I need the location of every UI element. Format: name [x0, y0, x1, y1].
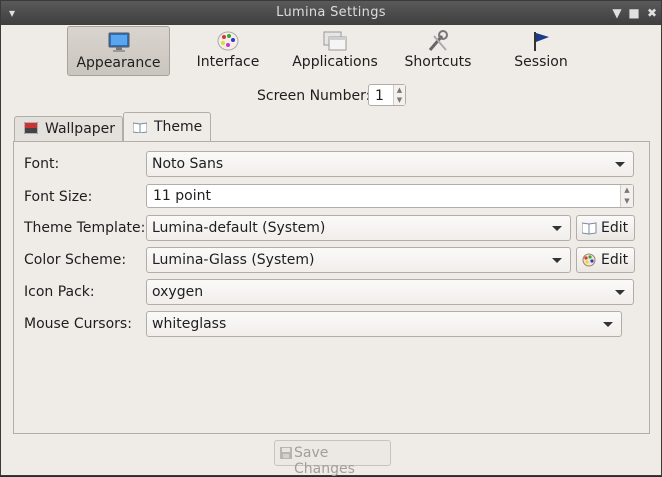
- spin-up-icon[interactable]: ▲: [621, 185, 633, 196]
- mouse-cursors-value: whiteglass: [152, 316, 227, 332]
- settings-window: ▾ Lumina Settings ▼ ■ ✖ Appearance Inter…: [0, 0, 662, 477]
- chevron-down-icon: [552, 258, 562, 263]
- chevron-down-icon: [552, 226, 562, 231]
- icon-pack-combobox[interactable]: oxygen: [146, 279, 634, 305]
- icon-pack-value: oxygen: [152, 284, 204, 300]
- edit-color-scheme-button[interactable]: Edit: [576, 247, 635, 273]
- font-size-stepper[interactable]: ▲ ▼: [620, 185, 633, 207]
- color-scheme-combobox[interactable]: Lumina-Glass (System): [146, 247, 571, 273]
- screen-number-row: Screen Number: 1 ▲ ▼: [1, 83, 662, 109]
- toolbar-appearance-button[interactable]: Appearance: [67, 26, 170, 76]
- toolbar-session-label: Session: [514, 54, 568, 70]
- chevron-down-icon: [603, 322, 613, 327]
- edit-color-scheme-label: Edit: [601, 252, 629, 268]
- font-size-value: 11 point: [153, 188, 211, 204]
- save-changes-label: Save Changes: [294, 445, 355, 477]
- toolbar-applications-button[interactable]: Applications: [285, 26, 385, 76]
- save-changes-button[interactable]: Save Changes: [274, 440, 391, 477]
- spin-down-icon[interactable]: ▼: [621, 196, 633, 207]
- font-value: Noto Sans: [152, 156, 224, 172]
- toolbar-interface-button[interactable]: Interface: [180, 26, 276, 76]
- tools-icon: [428, 30, 448, 51]
- color-scheme-value: Lumina-Glass (System): [152, 252, 315, 268]
- screen-number-spinbox[interactable]: 1 ▲ ▼: [368, 84, 406, 106]
- tab-theme[interactable]: Theme: [123, 112, 211, 142]
- mouse-cursors-label: Mouse Cursors:: [24, 316, 132, 332]
- chevron-down-icon: [615, 162, 625, 167]
- monitor-icon: [108, 32, 129, 52]
- toolbar-session-button[interactable]: Session: [502, 26, 580, 76]
- toolbar-interface-label: Interface: [196, 54, 260, 70]
- save-icon: [280, 447, 292, 459]
- tab-theme-label: Theme: [154, 119, 203, 135]
- minimize-icon[interactable]: ▼: [611, 7, 623, 19]
- tab-wallpaper[interactable]: Wallpaper: [14, 116, 123, 142]
- title-bar[interactable]: ▾ Lumina Settings ▼ ■ ✖: [1, 1, 661, 25]
- category-toolbar: Appearance Interface Applications Shortc…: [2, 25, 662, 79]
- toolbar-shortcuts-label: Shortcuts: [404, 54, 472, 70]
- theme-template-combobox[interactable]: Lumina-default (System): [146, 215, 571, 241]
- edit-theme-template-button[interactable]: Edit: [576, 215, 635, 241]
- maximize-icon[interactable]: ■: [628, 7, 640, 19]
- spin-up-icon[interactable]: ▲: [394, 85, 405, 95]
- font-size-label: Font Size:: [24, 189, 93, 205]
- palette-icon: [217, 31, 239, 51]
- screen-number-stepper[interactable]: ▲ ▼: [393, 85, 405, 105]
- color-palette-icon: [582, 253, 596, 267]
- close-icon[interactable]: ✖: [646, 7, 658, 19]
- spin-down-icon[interactable]: ▼: [394, 95, 405, 105]
- screen-number-value: 1: [375, 88, 384, 104]
- windows-icon: [323, 31, 347, 51]
- book-icon: [133, 122, 147, 133]
- font-size-spinbox[interactable]: 11 point ▲ ▼: [146, 184, 634, 208]
- font-label: Font:: [24, 156, 60, 172]
- screen-number-label: Screen Number:: [257, 88, 371, 104]
- toolbar-shortcuts-button[interactable]: Shortcuts: [394, 26, 482, 76]
- wallpaper-icon: [24, 122, 38, 134]
- toolbar-applications-label: Applications: [292, 54, 378, 70]
- font-combobox[interactable]: Noto Sans: [146, 151, 634, 177]
- theme-template-label: Theme Template:: [24, 220, 146, 236]
- theme-template-value: Lumina-default (System): [152, 220, 326, 236]
- flag-icon: [534, 32, 549, 51]
- edit-theme-template-label: Edit: [601, 220, 629, 236]
- tab-wallpaper-label: Wallpaper: [45, 121, 116, 137]
- window-title: Lumina Settings: [276, 5, 386, 20]
- chevron-down-icon: [615, 290, 625, 295]
- mouse-cursors-combobox[interactable]: whiteglass: [146, 311, 622, 337]
- color-scheme-label: Color Scheme:: [24, 252, 127, 268]
- book-icon: [582, 222, 597, 235]
- toolbar-appearance-label: Appearance: [76, 55, 161, 71]
- icon-pack-label: Icon Pack:: [24, 284, 95, 300]
